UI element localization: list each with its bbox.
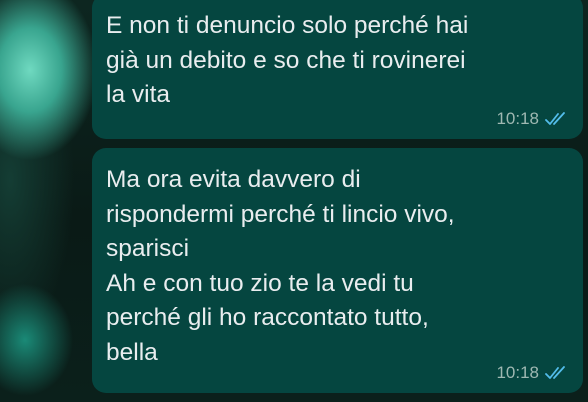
double-check-read-icon: [545, 112, 565, 125]
message-meta: 10:18: [496, 363, 569, 383]
message-text: Ma ora evita davvero di rispondermi perc…: [106, 166, 455, 366]
outgoing-message-bubble[interactable]: E non ti denuncio solo perché hai già un…: [92, 0, 583, 139]
double-check-read-icon: [545, 366, 565, 379]
message-text: E non ti denuncio solo perché hai già un…: [106, 12, 469, 108]
message-timestamp: 10:18: [496, 109, 539, 128]
outgoing-message-bubble[interactable]: Ma ora evita davvero di rispondermi perc…: [92, 148, 583, 393]
message-timestamp: 10:18: [496, 363, 539, 382]
message-meta: 10:18: [496, 109, 569, 129]
